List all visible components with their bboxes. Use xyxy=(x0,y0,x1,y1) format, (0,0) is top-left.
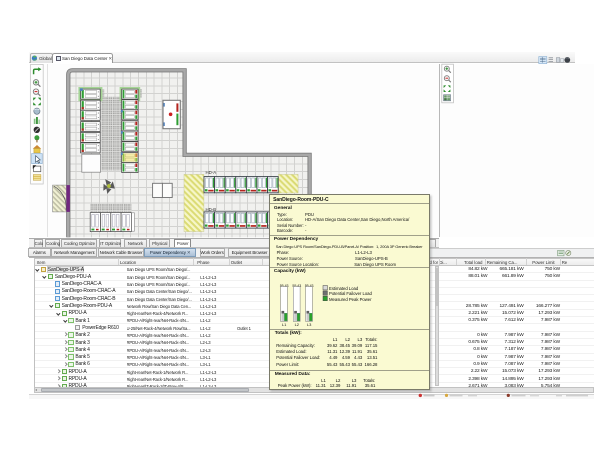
svg-text:HD-A: HD-A xyxy=(206,170,217,175)
